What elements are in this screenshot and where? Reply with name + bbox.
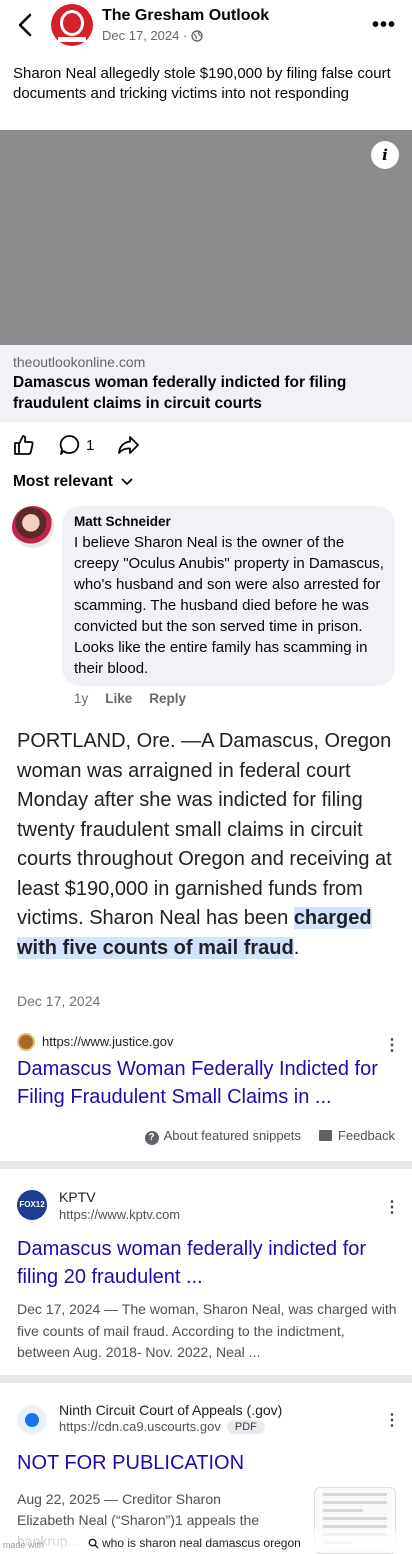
result-source[interactable]: Ninth Circuit Court of Appeals (.gov) — [59, 1402, 282, 1418]
result-divider — [0, 1375, 412, 1383]
snippet-date: Dec 17, 2024 — [17, 993, 101, 1009]
page-avatar[interactable] — [51, 4, 93, 46]
post-caption: Sharon Neal allegedly stole $190,000 by … — [13, 65, 391, 102]
result-title-link[interactable]: NOT FOR PUBLICATION — [17, 1450, 244, 1477]
comment-like-button[interactable]: Like — [105, 691, 132, 706]
result-source[interactable]: KPTV — [59, 1189, 96, 1205]
post-actions: 1 — [12, 432, 140, 458]
share-icon[interactable] — [116, 433, 140, 457]
pdf-badge: PDF — [226, 1419, 265, 1434]
feedback-link[interactable]: Feedback — [318, 1128, 395, 1145]
more-vert-icon[interactable]: ⋮ — [384, 1410, 400, 1430]
kptv-favicon-icon: FOX12 — [17, 1190, 47, 1220]
post-date: Dec 17, 2024 · — [102, 28, 203, 43]
back-arrow-icon[interactable] — [14, 12, 38, 38]
about-snippets-link[interactable]: ? About featured snippets — [144, 1128, 301, 1145]
chevron-down-icon — [121, 478, 133, 486]
page-name[interactable]: The Gresham Outlook — [102, 7, 269, 25]
search-query[interactable]: who is sharon neal damascus oregon — [88, 1536, 301, 1550]
result-url-row: https://cdn.ca9.uscourts.gov PDF — [59, 1419, 265, 1434]
snippet-footer: ? About featured snippets Feedback — [144, 1128, 395, 1145]
feedback-icon — [318, 1130, 332, 1141]
featured-title-link[interactable]: Damascus Woman Federally Indicted for Fi… — [17, 1056, 397, 1111]
link-domain: theoutlookonline.com — [13, 354, 146, 370]
watermark: made with — [3, 1540, 45, 1550]
search-query-text: who is sharon neal damascus oregon — [102, 1536, 301, 1550]
featured-url[interactable]: https://www.justice.gov — [42, 1034, 174, 1049]
comment-reply-button[interactable]: Reply — [149, 691, 186, 706]
info-icon[interactable]: i — [371, 141, 399, 169]
result-divider — [0, 1161, 412, 1169]
like-icon[interactable] — [12, 433, 36, 457]
comment-sort-label: Most relevant — [13, 473, 113, 490]
globe-favicon-icon — [17, 1405, 47, 1435]
more-vert-icon[interactable]: ⋮ — [384, 1197, 400, 1217]
feedback-label: Feedback — [337, 1128, 395, 1143]
result-url[interactable]: https://www.kptv.com — [59, 1207, 180, 1222]
comment-icon — [59, 435, 80, 455]
more-vert-icon[interactable]: ⋮ — [384, 1035, 400, 1055]
snippet-text: PORTLAND, Ore. —A Damascus, Oregon woman… — [17, 730, 392, 929]
result-title-link[interactable]: Damascus woman federally indicted for fi… — [17, 1236, 402, 1291]
help-icon: ? — [144, 1131, 159, 1145]
justice-gov-favicon-icon — [17, 1033, 35, 1051]
comment-author[interactable]: Matt Schneider — [74, 514, 171, 529]
comment-meta: 1y Like Reply — [74, 691, 186, 706]
result-url[interactable]: https://cdn.ca9.uscourts.gov — [59, 1419, 221, 1434]
more-options-icon[interactable]: ••• — [372, 14, 396, 37]
commenter-avatar[interactable] — [12, 506, 54, 548]
link-title[interactable]: Damascus woman federally indicted for fi… — [13, 372, 403, 414]
link-preview-image[interactable] — [0, 130, 412, 345]
search-icon — [88, 1538, 99, 1549]
post-date-text: Dec 17, 2024 · — [102, 28, 188, 43]
featured-snippet: PORTLAND, Ore. —A Damascus, Oregon woman… — [17, 727, 397, 963]
comment-sort[interactable]: Most relevant — [13, 473, 133, 491]
comment-count: 1 — [86, 436, 95, 454]
result-snippet: Dec 17, 2024 — The woman, Sharon Neal, w… — [17, 1301, 397, 1360]
comment-text: I believe Sharon Neal is the owner of th… — [74, 534, 384, 677]
about-snippets-label: About featured snippets — [163, 1128, 301, 1143]
comment-age: 1y — [74, 691, 89, 706]
globe-icon — [191, 29, 203, 42]
snippet-end: . — [293, 936, 300, 959]
comment-action[interactable]: 1 — [58, 433, 94, 457]
